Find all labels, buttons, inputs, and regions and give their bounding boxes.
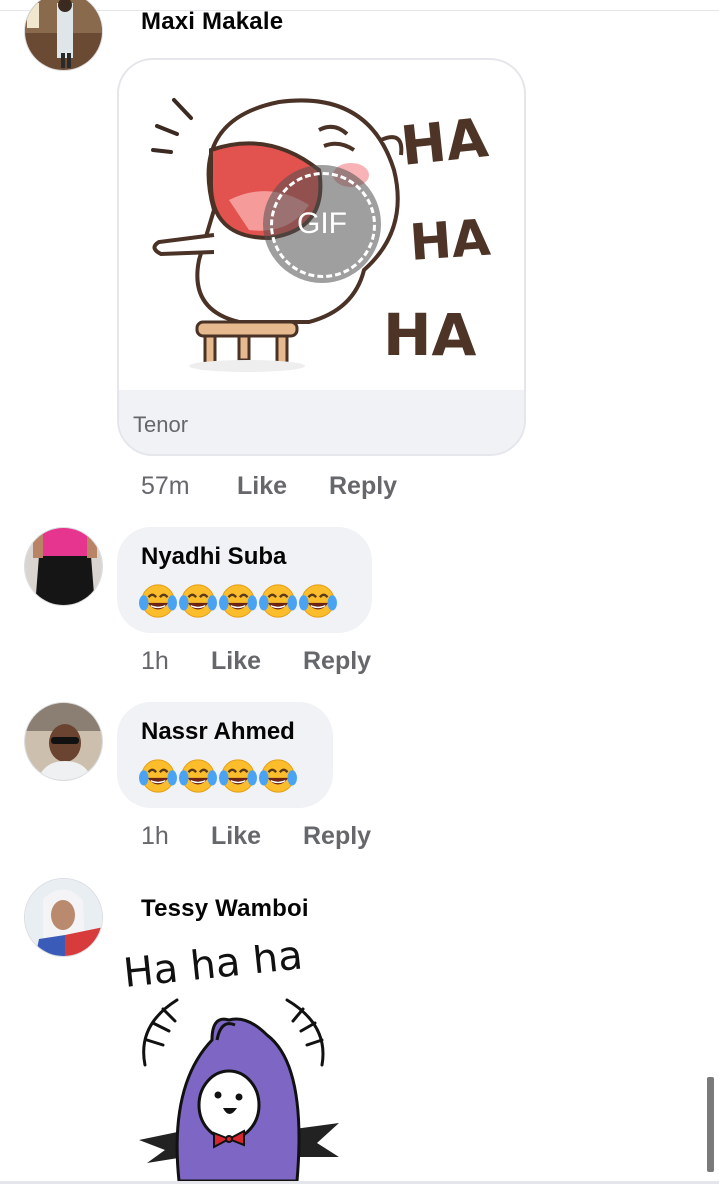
face-with-tears-of-joy-icon [259,759,297,793]
comment-timestamp[interactable]: 1h [141,647,211,676]
face-with-tears-of-joy-icon [139,759,177,793]
avatar-maxi-makale[interactable] [24,0,103,71]
comment-author-name[interactable]: Nassr Ahmed [141,718,295,746]
comment-bubble[interactable]: Nyadhi Suba [117,527,372,633]
avatar-nyadhi-suba[interactable] [24,527,103,606]
sticker-caption: Ha ha ha [121,945,305,997]
reply-button[interactable]: Reply [329,472,397,501]
avatar-nassr-ahmed[interactable] [24,702,103,781]
comment-timestamp[interactable]: 57m [141,472,237,501]
like-button[interactable]: Like [211,647,303,676]
comment-actions: 1h Like Reply [141,647,371,676]
face-with-tears-of-joy-icon [259,584,297,618]
comment-timestamp[interactable]: 1h [141,822,211,851]
gif-caption-ha-3: HA [383,301,477,369]
face-with-tears-of-joy-icon [179,584,217,618]
gif-caption-ha-1: HA [398,106,491,178]
gif-attachment[interactable]: HA HA HA GIF Tenor [117,58,526,456]
gif-play-badge[interactable]: GIF [263,165,381,283]
face-with-tears-of-joy-icon [139,584,177,618]
divider-top [0,10,719,11]
reply-button[interactable]: Reply [303,822,371,851]
gif-badge-label: GIF [297,207,347,240]
reply-button[interactable]: Reply [303,647,371,676]
like-button[interactable]: Like [237,472,329,501]
comment-author-name[interactable]: Maxi Makale [141,8,283,36]
sticker-attachment[interactable]: Ha ha ha [117,945,357,1181]
comment-author-name[interactable]: Tessy Wamboi [141,895,309,923]
like-button[interactable]: Like [211,822,303,851]
gif-source-label: Tenor [133,412,189,437]
gif-source-footer: Tenor [119,390,524,454]
face-with-tears-of-joy-icon [219,759,257,793]
comment-actions: 57m Like Reply [141,472,397,501]
comment-emoji-row [139,582,337,620]
comment-actions: 1h Like Reply [141,822,371,851]
avatar-tessy-wamboi[interactable] [24,878,103,957]
face-with-tears-of-joy-icon [299,584,337,618]
face-with-tears-of-joy-icon [179,759,217,793]
scrollbar-thumb[interactable] [707,1077,714,1172]
face-with-tears-of-joy-icon [219,584,257,618]
comment-bubble[interactable]: Nassr Ahmed [117,702,333,808]
comment-author-name[interactable]: Nyadhi Suba [141,543,286,571]
comment-emoji-row [139,757,297,795]
gif-caption-ha-2: HA [408,208,493,271]
